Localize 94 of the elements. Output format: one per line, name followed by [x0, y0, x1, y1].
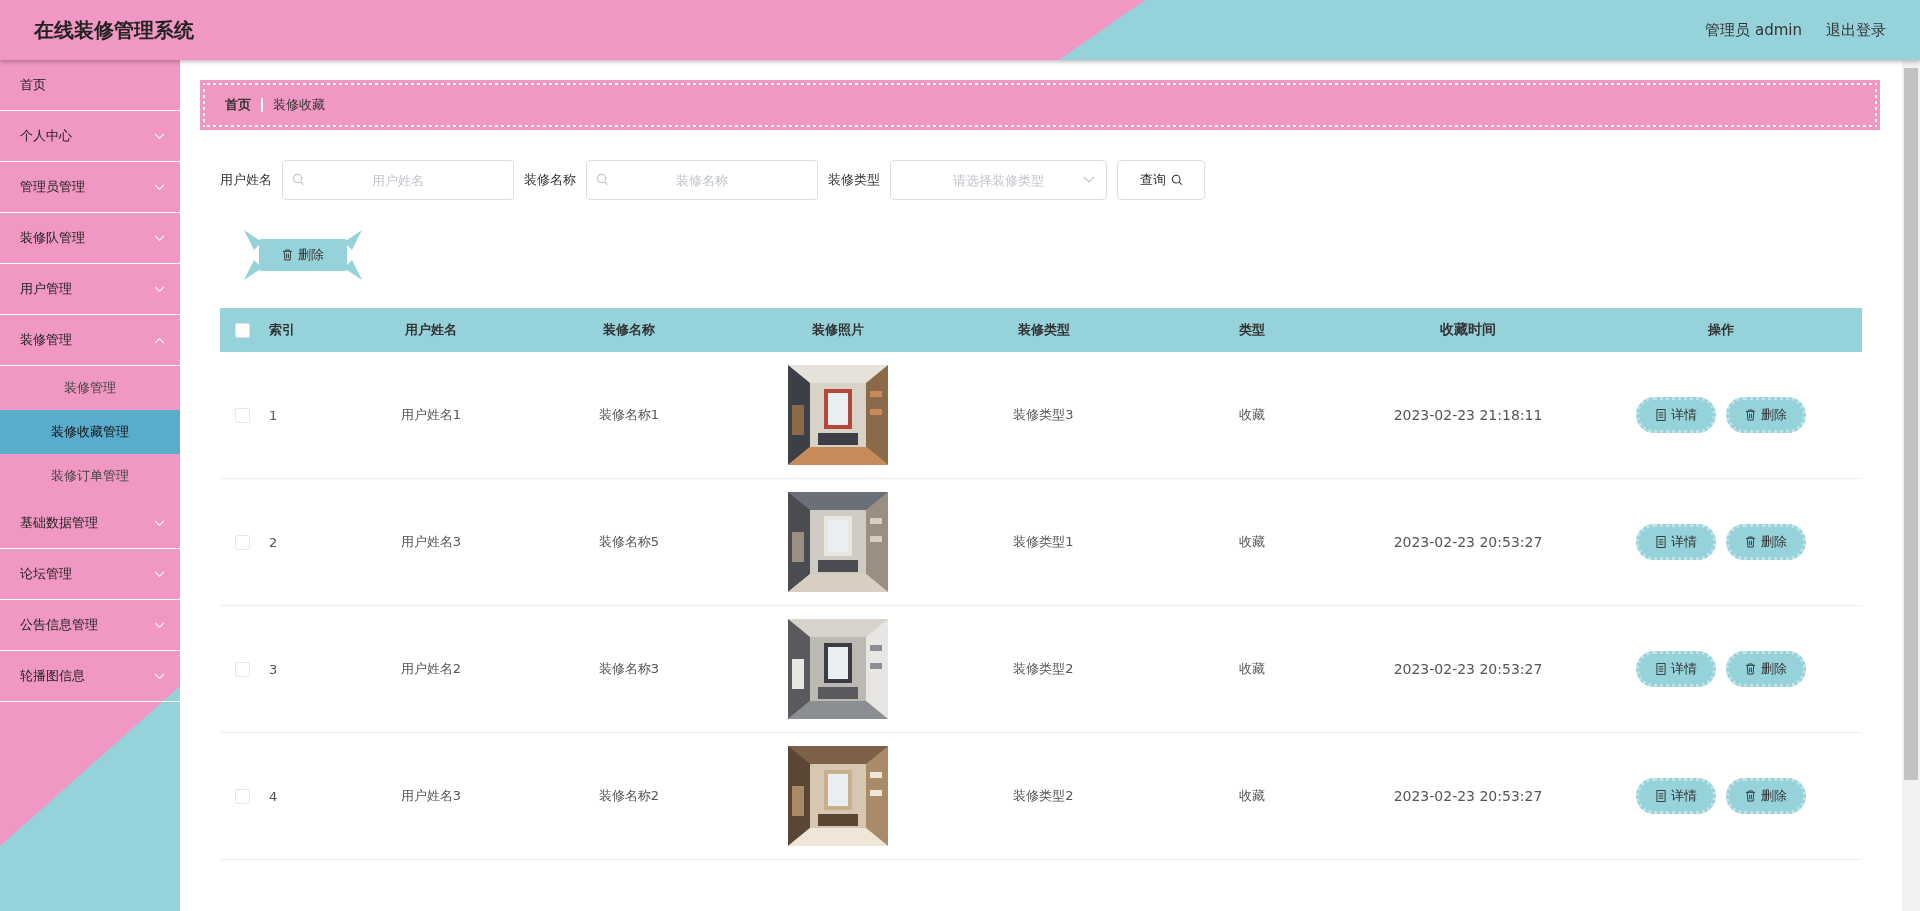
chevron-icon — [154, 672, 165, 680]
chevron-icon — [154, 336, 165, 344]
submenu-item[interactable]: 装修收藏管理 — [0, 410, 180, 454]
table-cell: 用户姓名3 — [400, 788, 462, 803]
select-field[interactable]: 请选择装修类型 — [890, 160, 1107, 200]
submenu-item[interactable]: 装修订单管理 — [0, 454, 180, 498]
table-cell: 1 — [269, 407, 278, 423]
submenu-item[interactable]: 装修管理 — [0, 366, 180, 410]
search-field[interactable]: 用户姓名 — [282, 160, 514, 200]
column-header: 类型 — [1237, 321, 1266, 339]
chevron-icon — [154, 519, 165, 527]
table-cell: 用户姓名2 — [400, 661, 462, 676]
breadcrumb-link[interactable]: 首页 — [225, 96, 251, 114]
sidebar-item[interactable]: 装修管理 — [0, 315, 180, 366]
column-header: 装修照片 — [811, 321, 865, 339]
details-button[interactable]: 详情 — [1636, 651, 1716, 687]
details-button[interactable]: 详情 — [1636, 778, 1716, 814]
delete-button[interactable]: 删除 — [1726, 651, 1806, 687]
sidebar-item[interactable]: 论坛管理 — [0, 549, 180, 600]
details-button[interactable]: 详情 — [1636, 524, 1716, 560]
field-label: 装修类型 — [828, 171, 880, 189]
trash-icon — [1745, 663, 1756, 675]
sidebar-item[interactable]: 首页 — [0, 60, 180, 111]
table-cell: 装修名称2 — [598, 788, 660, 803]
delete-button[interactable]: 删除 — [1726, 524, 1806, 560]
checkbox[interactable] — [235, 788, 250, 804]
details-button[interactable]: 详情 — [1636, 397, 1716, 433]
scrollbar-thumb[interactable] — [1904, 68, 1918, 780]
document-icon — [1655, 663, 1666, 675]
checkbox[interactable] — [235, 322, 250, 338]
column-header: 用户姓名 — [404, 321, 458, 339]
table-cell: 装修类型2 — [1013, 788, 1074, 803]
separator — [261, 98, 263, 112]
chevron-icon — [154, 234, 165, 242]
chevron-icon — [154, 183, 165, 191]
table-cell: 装修名称5 — [598, 534, 660, 549]
checkbox[interactable] — [235, 534, 250, 550]
sidebar-item[interactable]: 管理员管理 — [0, 162, 180, 213]
table-cell: 装修类型3 — [1013, 407, 1074, 422]
search-icon — [292, 173, 305, 186]
breadcrumb-link[interactable]: 装修收藏 — [273, 96, 325, 114]
chevron-icon — [154, 132, 165, 140]
chevron-icon — [154, 285, 165, 293]
delete-button[interactable]: 删除 — [259, 239, 347, 271]
table-cell: 2 — [269, 534, 278, 550]
search-icon — [1170, 174, 1183, 186]
query-button[interactable]: 查询 — [1117, 160, 1205, 200]
trash-icon — [1745, 536, 1756, 548]
delete-button[interactable]: 删除 — [1726, 778, 1806, 814]
sidebar-item[interactable]: 公告信息管理 — [0, 600, 180, 651]
field-label: 装修名称 — [524, 171, 576, 189]
table-cell: 装修类型1 — [1013, 534, 1074, 549]
document-icon — [1655, 409, 1666, 421]
sidebar-item[interactable]: 用户管理 — [0, 264, 180, 315]
checkbox[interactable] — [235, 661, 250, 677]
search-icon — [596, 173, 609, 186]
checkbox[interactable] — [235, 407, 250, 423]
column-header: 收藏时间 — [1439, 321, 1497, 339]
trash-icon — [282, 249, 293, 261]
table-cell: 用户姓名3 — [400, 534, 462, 549]
delete-button[interactable]: 删除 — [1726, 397, 1806, 433]
chevron-icon — [154, 570, 165, 578]
search-field[interactable]: 装修名称 — [586, 160, 818, 200]
table-cell: 收藏 — [1238, 788, 1265, 803]
table-cell: 2023-02-23 20:53:27 — [1393, 788, 1543, 804]
trash-icon — [1745, 790, 1756, 802]
table-cell: 用户姓名1 — [400, 407, 462, 422]
column-header: 装修名称 — [602, 321, 656, 339]
document-icon — [1655, 536, 1666, 548]
table-cell: 装修名称1 — [598, 407, 660, 422]
field-label: 用户姓名 — [220, 171, 272, 189]
table-cell: 收藏 — [1238, 661, 1265, 676]
table-cell: 3 — [269, 661, 278, 677]
chevron-icon — [1083, 176, 1095, 184]
sidebar-item[interactable]: 个人中心 — [0, 111, 180, 162]
column-header: 装修类型 — [1016, 321, 1071, 339]
trash-icon — [1745, 409, 1756, 421]
column-header: 索引 — [268, 321, 296, 339]
logout-link[interactable]: 退出登录 — [1826, 20, 1886, 40]
table-cell: 收藏 — [1238, 534, 1265, 549]
user-label: 管理员 admin — [1705, 20, 1802, 40]
table-cell: 2023-02-23 20:53:27 — [1393, 661, 1543, 677]
column-header: 操作 — [1707, 321, 1735, 339]
app-title: 在线装修管理系统 — [34, 16, 194, 44]
table-cell: 装修名称3 — [598, 661, 660, 676]
document-icon — [1655, 790, 1666, 802]
sidebar-item[interactable]: 装修队管理 — [0, 213, 180, 264]
table-cell: 2023-02-23 21:18:11 — [1393, 407, 1543, 423]
table-cell: 2023-02-23 20:53:27 — [1393, 534, 1543, 550]
table-cell: 装修类型2 — [1013, 661, 1074, 676]
table-cell: 4 — [269, 788, 278, 804]
chevron-icon — [154, 621, 165, 629]
table-cell: 收藏 — [1238, 407, 1265, 422]
sidebar-item[interactable]: 基础数据管理 — [0, 498, 180, 549]
